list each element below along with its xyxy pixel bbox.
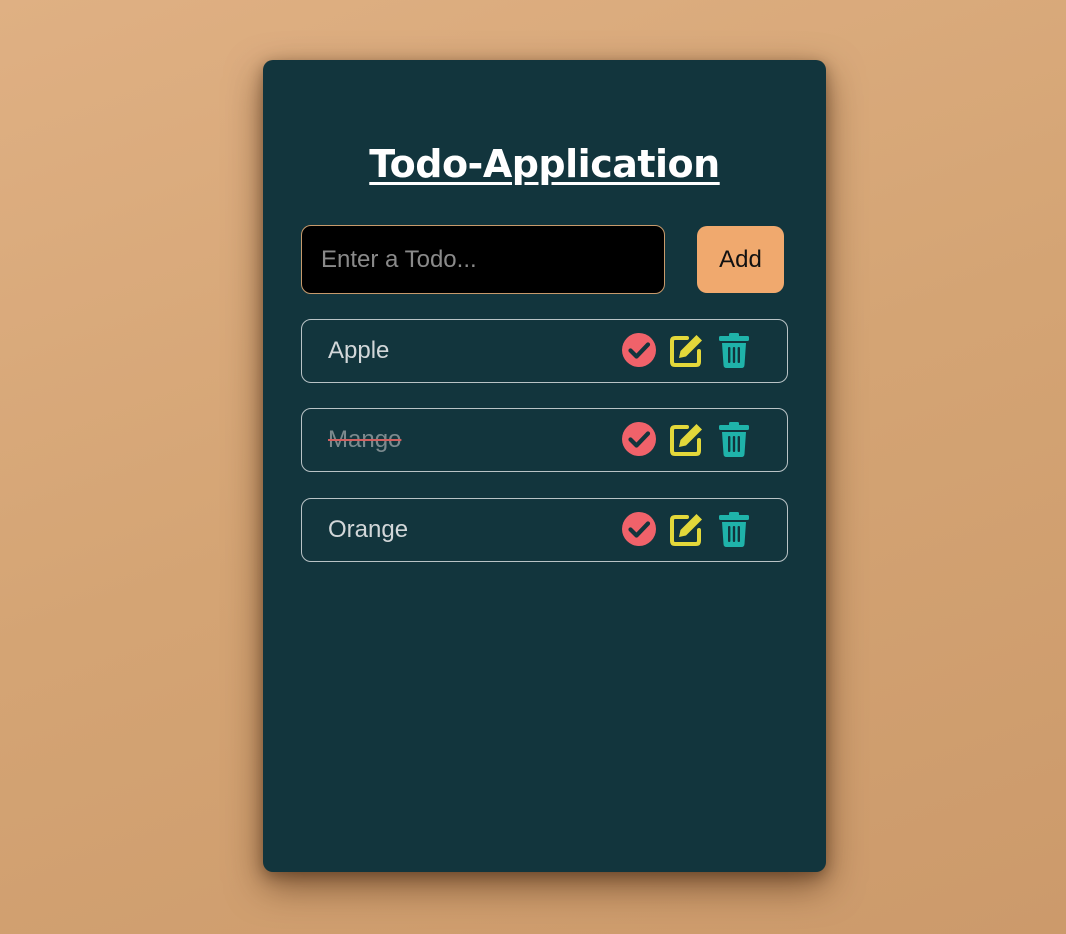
trash-icon[interactable]	[716, 332, 752, 368]
check-circle-icon[interactable]	[621, 511, 657, 547]
edit-icon[interactable]	[668, 332, 704, 368]
edit-icon[interactable]	[668, 421, 704, 457]
todo-item: Orange	[301, 498, 788, 562]
todo-item: Apple	[301, 319, 788, 383]
todo-text: Mango	[328, 426, 402, 453]
todo-text: Orange	[328, 516, 409, 543]
todo-item: Mango	[301, 408, 788, 472]
trash-icon[interactable]	[716, 421, 752, 457]
todo-input[interactable]	[301, 225, 665, 294]
add-button[interactable]: Add	[697, 226, 784, 293]
page-title: Todo-Application	[369, 142, 720, 186]
check-circle-icon[interactable]	[621, 332, 657, 368]
trash-icon[interactable]	[716, 511, 752, 547]
todo-text: Apple	[328, 337, 390, 364]
todo-card: Todo-Application Add Apple Mango Orange	[263, 60, 826, 872]
edit-icon[interactable]	[668, 511, 704, 547]
check-circle-icon[interactable]	[621, 421, 657, 457]
